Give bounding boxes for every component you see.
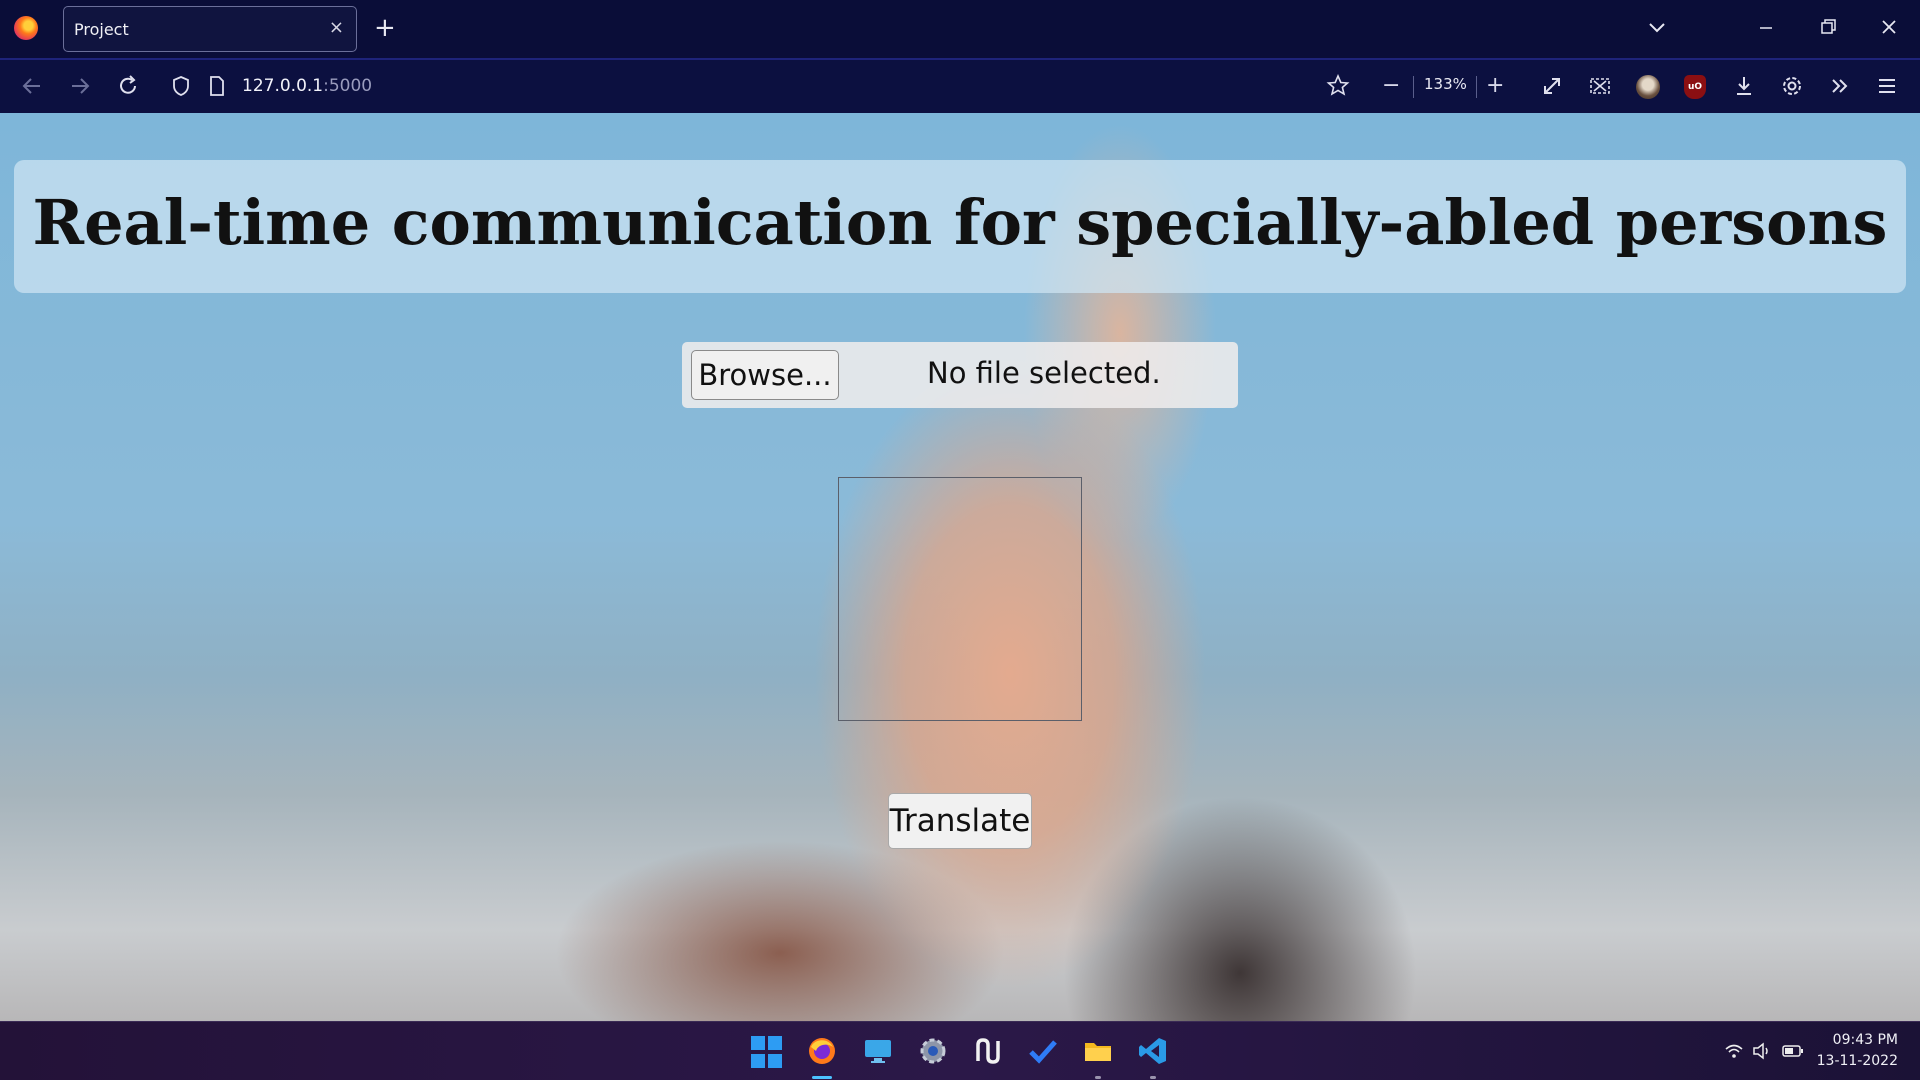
browse-button[interactable]: Browse...: [691, 350, 839, 400]
header-banner: Real-time communication for specially-ab…: [14, 160, 1906, 293]
url-port: :5000: [323, 76, 373, 96]
zoom-out-icon[interactable]: −: [1382, 72, 1400, 100]
zoom-level[interactable]: 133%: [1424, 75, 1467, 93]
zoom-separator: [1413, 76, 1414, 98]
restore-icon[interactable]: [1820, 14, 1836, 49]
tab-project[interactable]: Project ×: [63, 6, 357, 52]
windows-taskbar: 09:43 PM 13-11-2022: [0, 1021, 1920, 1080]
screenshot-icon[interactable]: [1588, 72, 1612, 108]
vscode-icon[interactable]: [1137, 1035, 1169, 1067]
active-app-indicator: [812, 1076, 832, 1079]
zoom-in-icon[interactable]: +: [1486, 72, 1504, 100]
todo-check-icon[interactable]: [1027, 1035, 1059, 1067]
file-explorer-folder-icon[interactable]: [1082, 1035, 1114, 1067]
tab-close-icon[interactable]: ×: [329, 18, 344, 38]
firefox-icon[interactable]: [14, 16, 38, 40]
image-preview-frame: [838, 477, 1082, 721]
close-window-icon[interactable]: [1880, 14, 1898, 49]
forward-icon[interactable]: [68, 72, 92, 108]
file-input[interactable]: Browse... No file selected.: [682, 342, 1238, 408]
zoom-separator: [1476, 76, 1477, 98]
running-app-indicator: [1095, 1076, 1101, 1079]
reload-icon[interactable]: [116, 72, 140, 108]
translate-button[interactable]: Translate: [888, 793, 1032, 849]
fullscreen-icon[interactable]: [1540, 72, 1564, 108]
settings-gear-icon[interactable]: [1780, 72, 1804, 108]
shield-icon[interactable]: [170, 72, 192, 108]
settings-taskbar-icon[interactable]: [917, 1035, 949, 1067]
file-status-text: No file selected.: [927, 356, 1161, 390]
address-bar[interactable]: 127.0.0.1:5000: [160, 65, 1360, 107]
bookmark-star-icon[interactable]: [1326, 72, 1350, 108]
list-all-tabs-icon[interactable]: [1648, 14, 1666, 49]
clock-date[interactable]: 13-11-2022: [1817, 1053, 1898, 1069]
battery-icon[interactable]: [1782, 1042, 1804, 1064]
page-title: Real-time communication for specially-ab…: [32, 186, 1888, 259]
clock-time[interactable]: 09:43 PM: [1833, 1032, 1898, 1048]
minimize-icon[interactable]: [1758, 14, 1774, 49]
desktop-monitor-icon[interactable]: [862, 1035, 894, 1067]
profile-avatar[interactable]: [1636, 75, 1660, 99]
ublock-origin-icon[interactable]: uO: [1684, 75, 1706, 99]
start-windows-icon[interactable]: [751, 1036, 783, 1068]
new-tab-icon[interactable]: +: [374, 14, 396, 42]
wifi-icon[interactable]: [1724, 1042, 1744, 1064]
volume-icon[interactable]: [1752, 1042, 1772, 1064]
url-text[interactable]: 127.0.0.1:5000: [242, 76, 372, 96]
notion-n-icon[interactable]: [972, 1035, 1004, 1067]
browser-tab-bar: Project × +: [0, 0, 1920, 58]
firefox-taskbar-icon[interactable]: [806, 1035, 838, 1067]
downloads-icon[interactable]: [1732, 72, 1756, 108]
browser-nav-bar: 127.0.0.1:5000 − 133% + uO: [0, 58, 1920, 113]
page-background: Real-time communication for specially-ab…: [0, 113, 1920, 1021]
running-app-indicator: [1150, 1076, 1156, 1079]
tab-title: Project: [74, 20, 129, 39]
more-tools-chevron-icon[interactable]: [1828, 72, 1852, 108]
page-info-icon[interactable]: [208, 72, 226, 108]
hamburger-menu-icon[interactable]: [1876, 72, 1898, 108]
url-host: 127.0.0.1: [242, 76, 324, 96]
back-icon[interactable]: [20, 72, 44, 108]
